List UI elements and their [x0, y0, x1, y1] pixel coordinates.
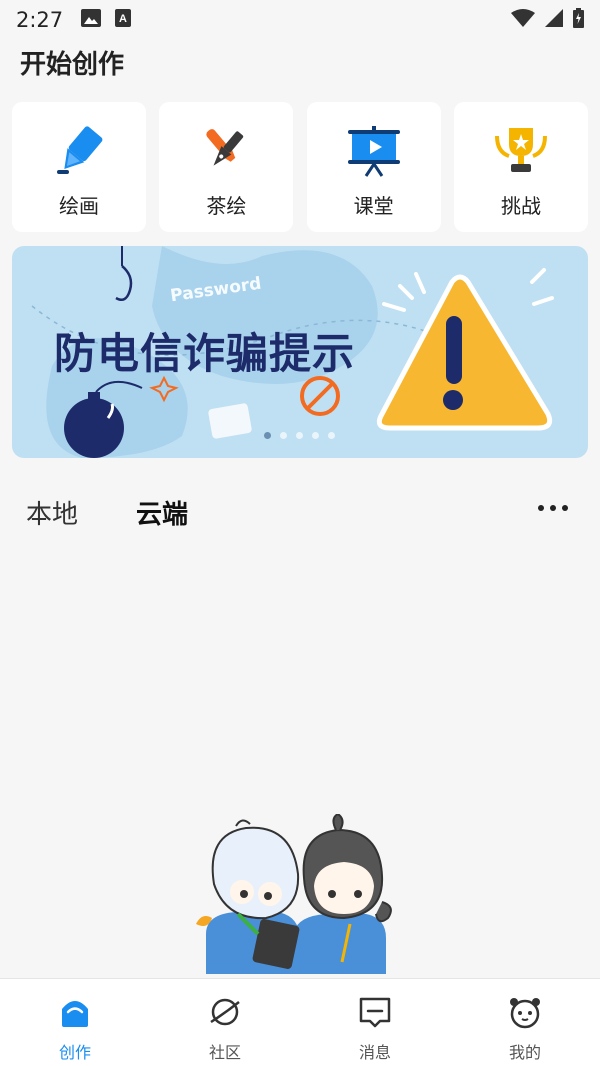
page-title: 开始创作 — [20, 50, 125, 80]
pagination-dot[interactable] — [280, 432, 287, 439]
pagination-dot[interactable] — [264, 432, 271, 439]
battery-icon — [573, 8, 584, 32]
empty-state-illustration — [196, 812, 396, 974]
nav-profile[interactable]: 我的 — [450, 979, 600, 1066]
nav-create[interactable]: 创作 — [0, 979, 150, 1066]
card-challenge[interactable]: 挑战 — [453, 102, 588, 232]
wifi-icon — [511, 9, 535, 31]
image-icon — [81, 9, 102, 31]
more-dot — [538, 505, 544, 511]
signal-icon — [545, 9, 563, 31]
pen-nib-icon — [51, 122, 107, 178]
panda-face-icon — [508, 995, 542, 1033]
presentation-board-icon — [346, 122, 402, 178]
banner-title: 防电信诈骗提示 — [54, 329, 356, 378]
tab-local[interactable]: 本地 — [26, 494, 78, 531]
card-label: 绘画 — [59, 194, 99, 218]
planet-icon — [208, 995, 242, 1033]
nav-messages[interactable]: 消息 — [300, 979, 450, 1066]
status-bar: 2:27 A — [0, 0, 600, 40]
card-drawing[interactable]: 绘画 — [12, 102, 146, 232]
pagination-dot[interactable] — [312, 432, 319, 439]
a-notification-icon: A — [115, 9, 132, 31]
card-label: 茶绘 — [206, 194, 247, 218]
more-dot — [550, 505, 556, 511]
more-dot — [562, 505, 568, 511]
nav-label: 消息 — [358, 1043, 391, 1062]
banner-pagination — [264, 432, 335, 439]
create-home-icon — [58, 995, 92, 1033]
message-icon — [358, 995, 392, 1033]
card-label: 课堂 — [353, 194, 394, 218]
card-classroom[interactable]: 课堂 — [306, 102, 441, 232]
more-options-button[interactable] — [538, 505, 568, 511]
tab-cloud[interactable]: 云端 — [136, 494, 188, 531]
status-time: 2:27 — [16, 8, 64, 32]
svg-text:A: A — [119, 13, 127, 25]
nav-label: 社区 — [208, 1043, 241, 1062]
trophy-icon — [493, 122, 549, 178]
card-tea-painting[interactable]: 茶绘 — [159, 102, 294, 232]
nav-label: 创作 — [58, 1043, 91, 1062]
pagination-dot[interactable] — [328, 432, 335, 439]
nav-label: 我的 — [508, 1043, 541, 1062]
nav-community[interactable]: 社区 — [150, 979, 300, 1066]
brush-pen-icon — [198, 122, 254, 178]
works-tabs: 本地 云端 — [26, 494, 188, 531]
bottom-navigation: 创作 社区 消息 我的 — [0, 978, 600, 1066]
category-cards: 绘画 茶绘 课堂 挑战 — [12, 102, 588, 232]
card-label: 挑战 — [500, 194, 541, 218]
pagination-dot[interactable] — [296, 432, 303, 439]
promo-banner[interactable]: Password 防电信诈骗提示 — [12, 246, 588, 458]
